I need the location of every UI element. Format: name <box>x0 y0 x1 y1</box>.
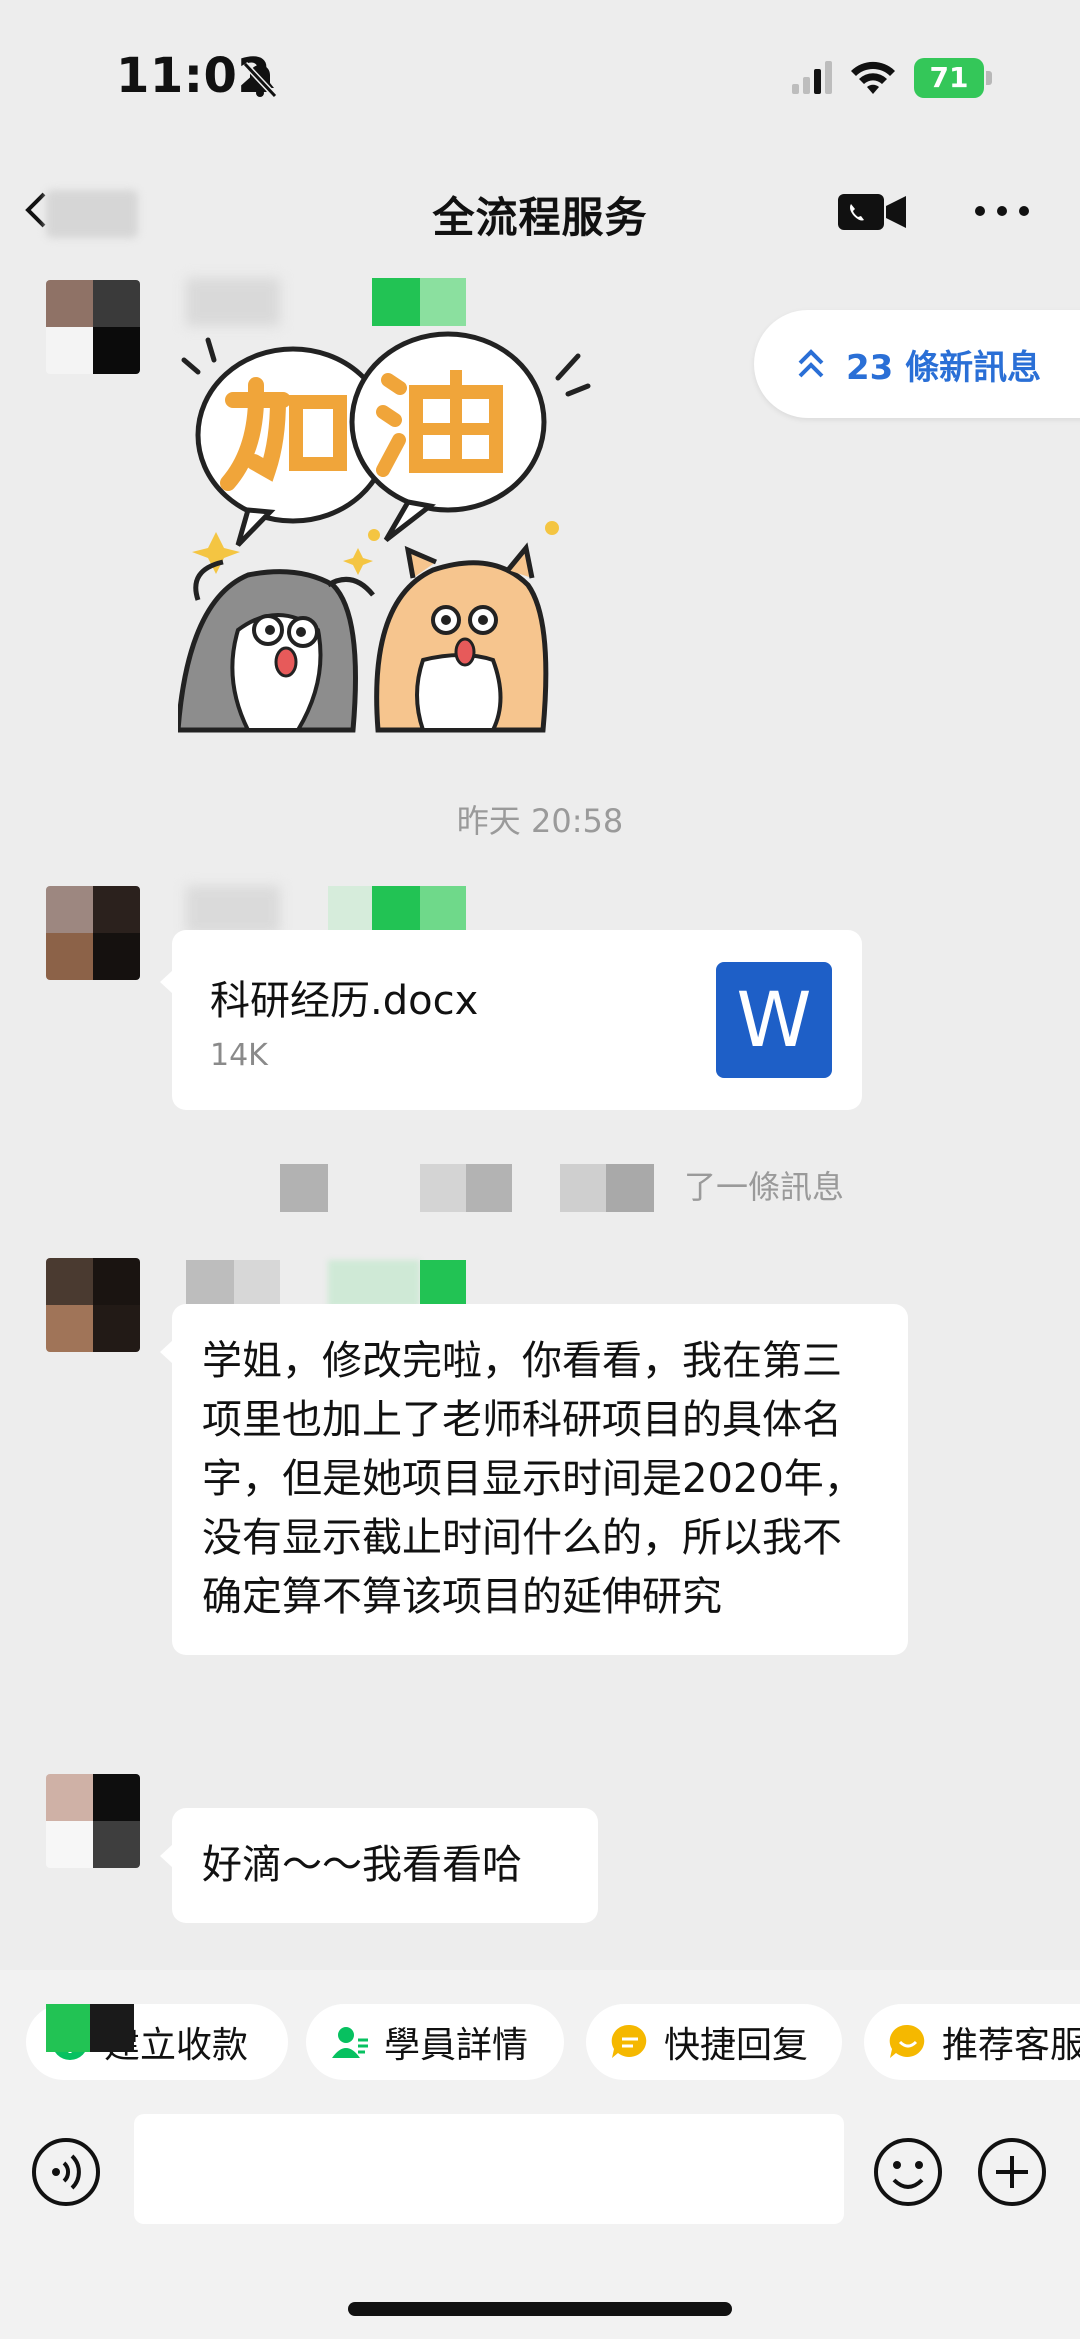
chevrons-up-icon <box>798 349 824 378</box>
sender-name-blurred <box>186 1260 234 1308</box>
status-bar: 11:02 71 <box>0 0 1080 150</box>
wifi-icon <box>851 61 895 94</box>
recaller-name-blurred <box>280 1164 328 1212</box>
avatar[interactable] <box>46 280 140 374</box>
home-indicator <box>348 2302 732 2316</box>
quick-action-label: 快捷回复 <box>664 2025 809 2066</box>
video-call-icon[interactable] <box>836 188 908 236</box>
message-input[interactable] <box>134 2114 844 2224</box>
recommend-service-button[interactable]: 推荐客服 <box>864 2004 1080 2080</box>
jiayou-sticker-image <box>178 331 591 733</box>
word-file-icon: W <box>716 962 832 1078</box>
emoji-icon[interactable] <box>872 2136 944 2208</box>
student-icon <box>332 2027 368 2058</box>
sender-name-blurred <box>186 886 280 934</box>
message-timestamp: 昨天 20:58 <box>456 802 624 840</box>
recaller-name-blurred <box>466 1164 512 1212</box>
voice-icon[interactable] <box>30 2136 102 2208</box>
avatar[interactable] <box>46 1774 140 1868</box>
new-messages-label: 23 條新訊息 <box>846 347 1042 388</box>
quick-action-blur <box>46 2004 134 2052</box>
recaller-name-blurred <box>606 1164 654 1212</box>
nav-bar: 全流程服务 <box>0 150 1080 270</box>
recaller-name-blurred <box>420 1164 466 1212</box>
battery-cap <box>986 71 992 85</box>
battery-charging-icon: 71 <box>914 58 992 98</box>
recommend-icon <box>889 2024 925 2058</box>
bell-muted-icon <box>242 61 278 99</box>
quick-actions-bar: 建立收款 學員詳情 快捷回复 推荐客服 <box>0 1970 1080 2080</box>
file-message-card[interactable]: 科研经历.docx 14K W <box>160 930 862 1110</box>
signal-icon <box>792 61 832 94</box>
avatar[interactable] <box>46 1258 140 1352</box>
new-messages-button[interactable]: 23 條新訊息 <box>754 310 1080 418</box>
sender-tag-blurred <box>372 278 420 326</box>
input-bar <box>0 2080 1080 2339</box>
sender-tag-blurred <box>372 886 420 934</box>
sender-name-blurred <box>234 1260 280 1308</box>
sender-tag-blurred <box>328 886 372 934</box>
avatar[interactable] <box>46 886 140 980</box>
student-details-button[interactable]: 學員詳情 <box>306 2004 564 2080</box>
recaller-name-blurred <box>560 1164 606 1212</box>
blur-block <box>46 2004 134 2052</box>
sender-tag-blurred <box>420 278 466 326</box>
quick-action-label: 學員詳情 <box>384 2025 529 2066</box>
message-bubble[interactable]: 学姐，修改完啦，你看看，我在第三项里也加上了老师科研项目的具体名字，但是她项目显… <box>160 1304 908 1655</box>
recalled-message-note: 了一條訊息 <box>684 1168 845 1206</box>
sender-tag-blurred <box>328 1260 420 1308</box>
quick-reply-icon <box>611 2024 647 2058</box>
file-size: 14K <box>210 1038 268 1073</box>
battery-level: 71 <box>914 58 984 98</box>
quick-action-label: 推荐客服 <box>942 2025 1080 2066</box>
chat-screen: 11:02 71 全流程服务 23 條新訊息 昨天 20:58 科研经历.doc… <box>0 0 1080 2339</box>
page-title: 全流程服务 <box>432 193 648 242</box>
file-name: 科研经历.docx <box>210 978 479 1024</box>
sender-tag-blurred <box>420 1260 466 1308</box>
plus-icon[interactable] <box>976 2136 1048 2208</box>
sender-tag-blurred <box>420 886 466 934</box>
more-icon[interactable] <box>972 200 1032 222</box>
quick-reply-button[interactable]: 快捷回复 <box>586 2004 842 2080</box>
message-bubble[interactable]: 好滴～～我看看哈 <box>160 1808 598 1923</box>
sender-name-blurred <box>186 278 280 326</box>
